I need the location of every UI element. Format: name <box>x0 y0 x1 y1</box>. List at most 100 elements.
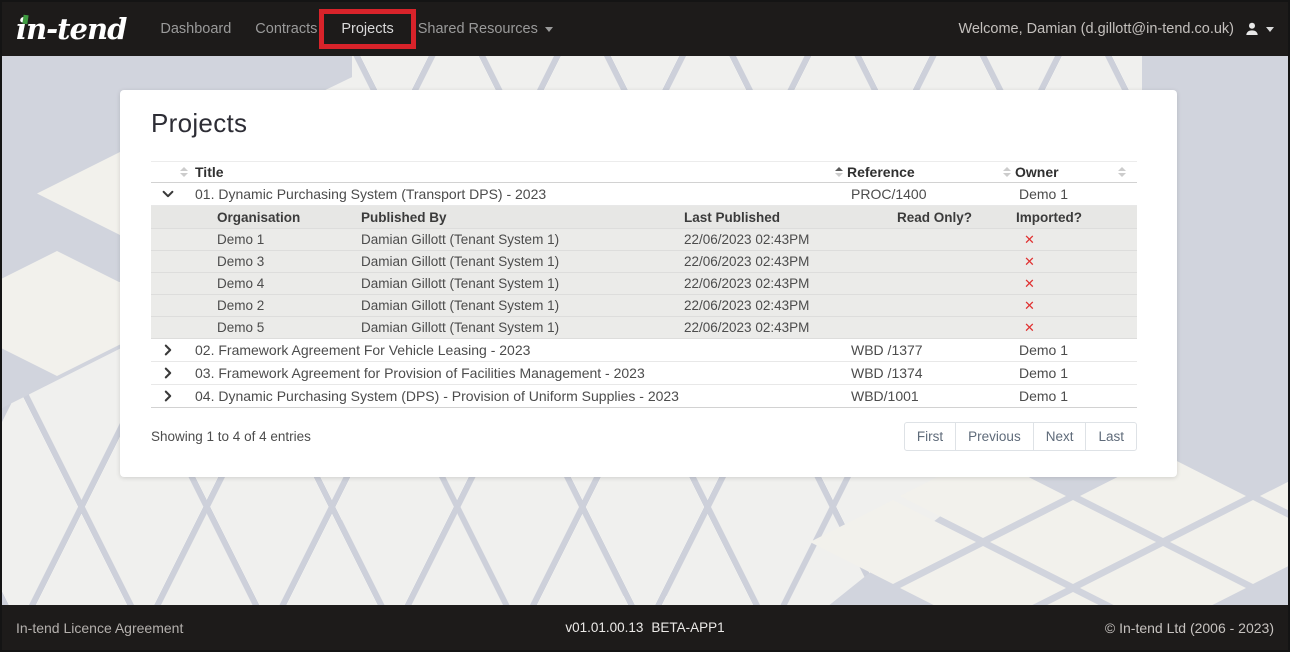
organisation-cell: Demo 4 <box>217 276 361 291</box>
sort-icon-ascending <box>835 167 843 177</box>
project-owner: Demo 1 <box>1003 388 1107 404</box>
welcome-text: Welcome, Damian (d.gillott@in-tend.co.uk… <box>958 21 1234 37</box>
projects-card: Projects Title Reference Owner <box>120 90 1177 477</box>
table-row: 04. Dynamic Purchasing System (DPS) - Pr… <box>151 385 1137 408</box>
published-by-cell: Damian Gillott (Tenant System 1) <box>361 276 684 291</box>
subcolumn-imported: Imported? <box>1016 210 1137 225</box>
project-reference: WBD /1374 <box>835 365 1003 381</box>
expand-row-chevron-right-icon[interactable] <box>161 343 175 357</box>
nav-menu: Dashboard Contracts Projects Shared Reso… <box>148 2 564 56</box>
last-published-cell: 22/06/2023 02:43PM <box>684 276 897 291</box>
subcolumn-organisation: Organisation <box>217 210 361 225</box>
subtable-row: Demo 2 Damian Gillott (Tenant System 1) … <box>151 295 1137 317</box>
nav-item-projects[interactable]: Projects <box>329 2 405 56</box>
table-row: 03. Framework Agreement for Provision of… <box>151 362 1137 385</box>
nav-item-label: Shared Resources <box>418 21 538 37</box>
project-owner: Demo 1 <box>1003 342 1107 358</box>
last-published-cell: 22/06/2023 02:43PM <box>684 232 897 247</box>
user-icon <box>1244 21 1260 37</box>
project-title: 02. Framework Agreement For Vehicle Leas… <box>195 342 835 358</box>
sort-icon <box>1118 167 1126 177</box>
project-reference: WBD/1001 <box>835 388 1003 404</box>
expand-row-chevron-right-icon[interactable] <box>161 366 175 380</box>
project-reference: WBD /1377 <box>835 342 1003 358</box>
build-label: BETA-APP1 <box>651 620 724 635</box>
intend-logo[interactable]: in-tend <box>16 12 134 46</box>
project-owner: Demo 1 <box>1003 186 1107 202</box>
not-imported-cross-icon: ✕ <box>1016 298 1137 314</box>
not-imported-cross-icon: ✕ <box>1016 232 1137 248</box>
column-header-label: Owner <box>1015 164 1059 180</box>
pagination-previous-button[interactable]: Previous <box>955 422 1034 451</box>
top-navbar: in-tend Dashboard Contracts Projects Sha… <box>2 2 1288 56</box>
subcolumn-published-by: Published By <box>361 210 684 225</box>
entries-info: Showing 1 to 4 of 4 entries <box>151 429 311 444</box>
not-imported-cross-icon: ✕ <box>1016 254 1137 270</box>
project-reference: PROC/1400 <box>835 186 1003 202</box>
table-header-row: Title Reference Owner <box>151 161 1137 183</box>
last-published-cell: 22/06/2023 02:43PM <box>684 298 897 313</box>
organisation-cell: Demo 3 <box>217 254 361 269</box>
caret-down-icon <box>1266 27 1274 32</box>
last-published-cell: 22/06/2023 02:43PM <box>684 320 897 335</box>
header-extra-sort[interactable] <box>1107 167 1137 177</box>
nav-item-dashboard[interactable]: Dashboard <box>148 2 243 56</box>
sort-icon <box>180 167 188 177</box>
table-row: 02. Framework Agreement For Vehicle Leas… <box>151 339 1137 362</box>
nav-item-contracts[interactable]: Contracts <box>243 2 329 56</box>
project-title: 04. Dynamic Purchasing System (DPS) - Pr… <box>195 388 835 404</box>
page-title: Projects <box>151 108 1137 139</box>
not-imported-cross-icon: ✕ <box>1016 276 1137 292</box>
brand-text: in-tend <box>16 12 126 46</box>
pagination: First Previous Next Last <box>904 422 1137 451</box>
version-text: v01.01.00.13 BETA-APP1 <box>2 620 1288 635</box>
published-by-cell: Damian Gillott (Tenant System 1) <box>361 232 684 247</box>
column-header-title[interactable]: Title <box>195 164 835 180</box>
pagination-next-button[interactable]: Next <box>1033 422 1087 451</box>
app-window: in-tend Dashboard Contracts Projects Sha… <box>0 0 1290 652</box>
navbar-right: Welcome, Damian (d.gillott@in-tend.co.uk… <box>958 21 1274 37</box>
nav-item-shared-resources[interactable]: Shared Resources <box>406 2 565 56</box>
page-footer: In-tend Licence Agreement v01.01.00.13 BE… <box>2 605 1288 650</box>
published-by-cell: Damian Gillott (Tenant System 1) <box>361 298 684 313</box>
organisation-cell: Demo 5 <box>217 320 361 335</box>
subcolumn-last-published: Last Published <box>684 210 897 225</box>
licence-agreement-link[interactable]: In-tend Licence Agreement <box>16 620 183 636</box>
column-header-owner[interactable]: Owner <box>1003 164 1107 180</box>
project-title: 03. Framework Agreement for Provision of… <box>195 365 835 381</box>
caret-down-icon <box>545 27 553 32</box>
nav-item-label: Projects <box>341 21 393 37</box>
version-number: v01.01.00.13 <box>565 620 643 635</box>
not-imported-cross-icon: ✕ <box>1016 320 1137 336</box>
subcolumn-read-only: Read Only? <box>897 210 1016 225</box>
published-by-cell: Damian Gillott (Tenant System 1) <box>361 254 684 269</box>
project-title: 01. Dynamic Purchasing System (Transport… <box>195 186 835 202</box>
nav-item-label: Contracts <box>255 21 317 37</box>
subtable-row: Demo 4 Damian Gillott (Tenant System 1) … <box>151 273 1137 295</box>
projects-table: Title Reference Owner <box>151 161 1137 408</box>
sort-icon <box>1003 167 1011 177</box>
main-area: Projects Title Reference Owner <box>2 56 1288 605</box>
expand-row-chevron-right-icon[interactable] <box>161 389 175 403</box>
column-header-label: Reference <box>847 164 915 180</box>
last-published-cell: 22/06/2023 02:43PM <box>684 254 897 269</box>
subtable-row: Demo 5 Damian Gillott (Tenant System 1) … <box>151 317 1137 339</box>
pagination-last-button[interactable]: Last <box>1085 422 1137 451</box>
subtable-row: Demo 3 Damian Gillott (Tenant System 1) … <box>151 251 1137 273</box>
collapse-row-chevron-down-icon[interactable] <box>161 187 175 201</box>
table-row: 01. Dynamic Purchasing System (Transport… <box>151 183 1137 206</box>
table-footer: Showing 1 to 4 of 4 entries First Previo… <box>151 422 1137 451</box>
pagination-first-button[interactable]: First <box>904 422 956 451</box>
user-menu-button[interactable] <box>1244 21 1274 37</box>
subtable-row: Demo 1 Damian Gillott (Tenant System 1) … <box>151 229 1137 251</box>
organisation-cell: Demo 2 <box>217 298 361 313</box>
header-title-sort[interactable] <box>151 167 195 177</box>
column-header-reference[interactable]: Reference <box>835 164 1003 180</box>
subtable-header-row: Organisation Published By Last Published… <box>151 206 1137 229</box>
project-owner: Demo 1 <box>1003 365 1107 381</box>
project-publications-subtable: Organisation Published By Last Published… <box>151 206 1137 339</box>
nav-item-label: Dashboard <box>160 21 231 37</box>
copyright-text: © In-tend Ltd (2006 - 2023) <box>1105 620 1274 636</box>
published-by-cell: Damian Gillott (Tenant System 1) <box>361 320 684 335</box>
organisation-cell: Demo 1 <box>217 232 361 247</box>
